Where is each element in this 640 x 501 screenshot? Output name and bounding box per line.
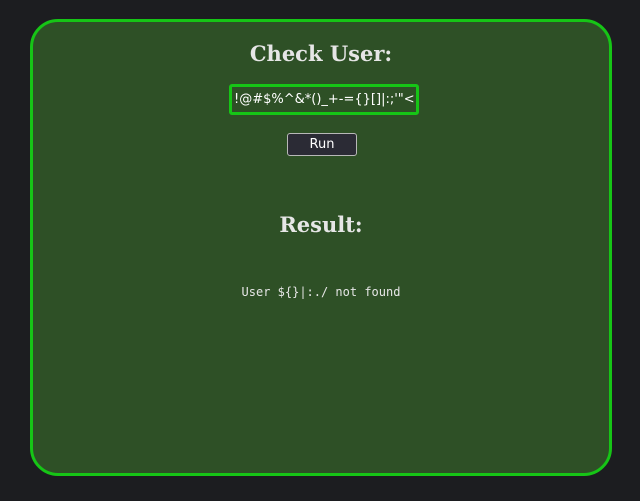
check-user-heading: Check User: [249,41,393,66]
result-heading: Result: [279,212,363,237]
username-input[interactable] [229,84,419,115]
run-button[interactable]: Run [287,133,357,156]
result-output: User ${}|:./ not found [241,285,401,299]
check-user-panel: Check User: Run Result: User ${}|:./ not… [30,19,612,476]
